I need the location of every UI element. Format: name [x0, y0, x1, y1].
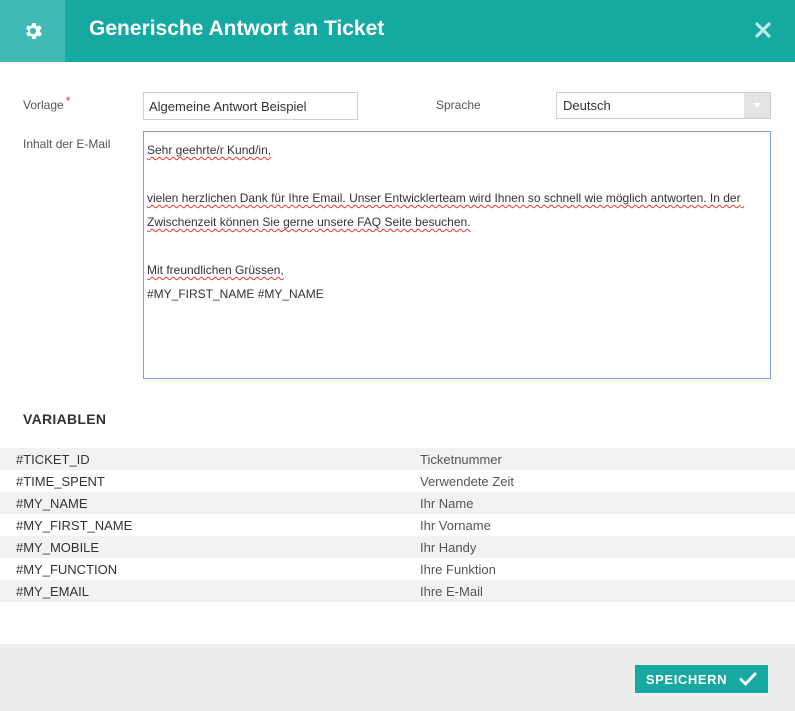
variable-description: Ticketnummer — [420, 451, 502, 467]
gear-icon — [25, 23, 42, 39]
checkmark-icon — [739, 672, 757, 686]
variable-description: Ihre Funktion — [420, 561, 496, 577]
variable-description: Ihr Handy — [420, 539, 477, 555]
variable-name: #MY_EMAIL — [16, 583, 89, 599]
dialog-title: Generische Antwort an Ticket — [89, 17, 385, 40]
template-label: Vorlage * — [23, 94, 70, 112]
content-label: Inhalt der E-Mail — [23, 137, 111, 151]
template-label-text: Vorlage — [23, 98, 64, 112]
variable-description: Ihr Vorname — [420, 517, 491, 533]
save-button-label: SPEICHERN — [645, 671, 728, 687]
table-row: #MY_EMAIL Ihre E-Mail — [0, 580, 795, 602]
select-arrow[interactable] — [744, 93, 770, 118]
email-closing: Mit freundlichen Grüssen, — [147, 263, 284, 277]
language-label: Sprache — [436, 98, 481, 112]
variable-name: #MY_NAME — [16, 495, 88, 511]
email-greeting: Sehr geehrte/r Kund/in, — [147, 143, 272, 157]
email-blank-line — [147, 234, 767, 258]
variables-title: VARIABLEN — [23, 411, 107, 427]
template-input-value: Algemeine Antwort Beispiel — [149, 98, 307, 114]
table-row: #MY_FIRST_NAME Ihr Vorname — [0, 514, 795, 536]
table-row: #MY_NAME Ihr Name — [0, 492, 795, 514]
email-signature: #MY_FIRST_NAME #MY_NAME — [147, 287, 324, 301]
language-select[interactable]: Deutsch — [556, 92, 771, 119]
variable-name: #MY_FUNCTION — [16, 561, 118, 577]
table-row: #TICKET_ID Ticketnummer — [0, 448, 795, 470]
email-paragraph: vielen herzlichen Dank für Ihre Email. U… — [147, 191, 744, 229]
variable-description: Ihr Name — [420, 495, 474, 511]
table-row: #MY_FUNCTION Ihre Funktion — [0, 558, 795, 580]
save-button[interactable]: SPEICHERN — [635, 665, 768, 693]
close-button[interactable] — [753, 20, 773, 40]
variable-name: #MY_FIRST_NAME — [16, 517, 133, 533]
dialog-header: Generische Antwort an Ticket — [0, 0, 795, 62]
variable-name: #TICKET_ID — [16, 451, 90, 467]
variables-table: #TICKET_ID Ticketnummer #TIME_SPENT Verw… — [0, 448, 795, 602]
variable-description: Verwendete Zeit — [420, 473, 514, 489]
required-marker: * — [65, 94, 71, 108]
language-select-value: Deutsch — [563, 98, 611, 113]
close-icon — [755, 22, 771, 38]
table-row: #MY_MOBILE Ihr Handy — [0, 536, 795, 558]
dialog-footer: SPEICHERN — [0, 644, 795, 711]
email-content-textarea[interactable]: Sehr geehrte/r Kund/in, vielen herzliche… — [143, 131, 771, 379]
variable-name: #MY_MOBILE — [16, 539, 100, 555]
email-blank-line — [147, 162, 767, 186]
chevron-down-icon — [753, 102, 761, 108]
table-row: #TIME_SPENT Verwendete Zeit — [0, 470, 795, 492]
template-input[interactable]: Algemeine Antwort Beispiel — [143, 92, 358, 120]
settings-button[interactable] — [0, 0, 65, 62]
variable-name: #TIME_SPENT — [16, 473, 105, 489]
variable-description: Ihre E-Mail — [420, 583, 483, 599]
